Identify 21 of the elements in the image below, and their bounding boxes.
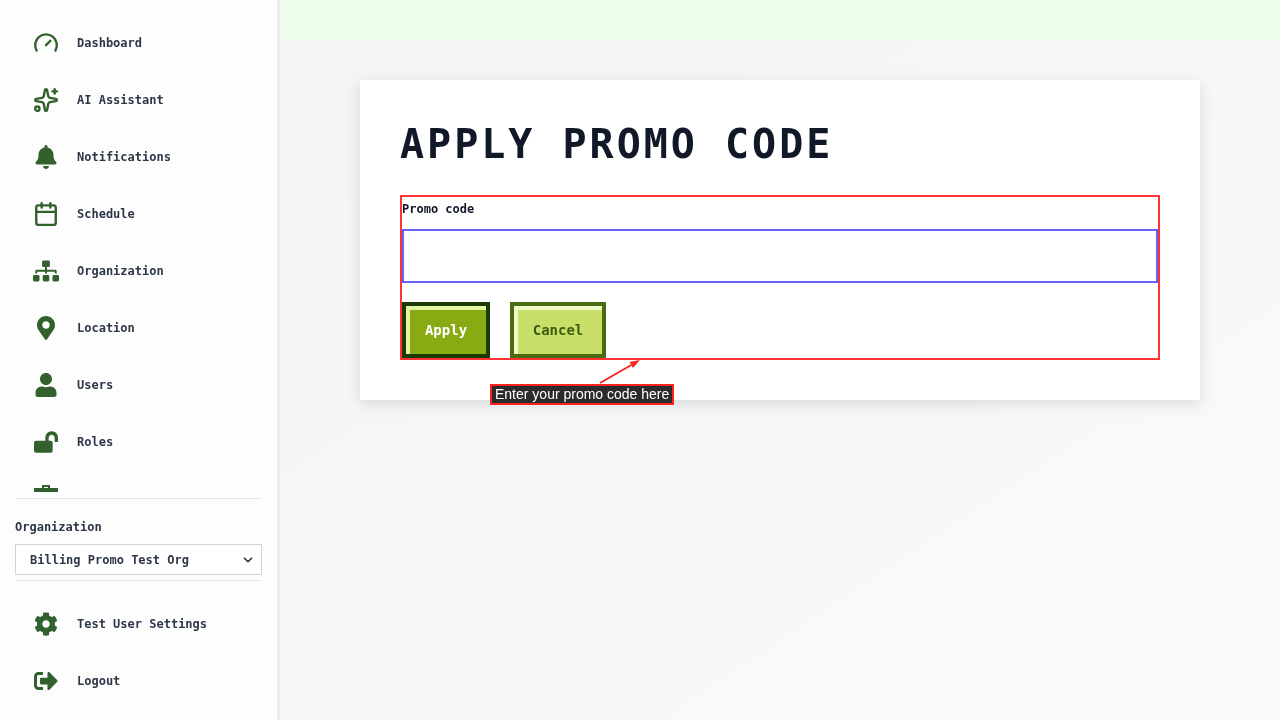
nav-item[interactable]: Organization [15,242,262,299]
nav-item[interactable]: Location [15,299,262,356]
nav-item[interactable]: Test User Settings [15,595,262,652]
nav-item[interactable]: Roles [15,413,262,470]
page-title: APPLY PROMO CODE [400,120,835,168]
settings-icon [32,609,60,638]
cancel-button[interactable]: Cancel [510,302,606,358]
nav-item[interactable]: Logout [15,652,262,709]
nav-item[interactable]: Notifications [15,128,262,185]
sparkle-icon [32,85,60,114]
partial-icon [34,485,58,492]
nav-item[interactable]: Schedule [15,185,262,242]
callout-label: Enter your promo code here [490,384,675,405]
nav-item[interactable]: AI Assistant [15,71,262,128]
field-label: Promo code [402,201,476,217]
nav-item[interactable]: Users [15,356,262,413]
nav-item[interactable]: Dashboard [15,14,262,71]
promo-code-input[interactable] [402,229,1158,283]
calendar-icon [32,199,60,228]
organization-label: Organization [15,520,103,534]
organization-select[interactable]: Billing Promo Test Org [15,544,262,575]
